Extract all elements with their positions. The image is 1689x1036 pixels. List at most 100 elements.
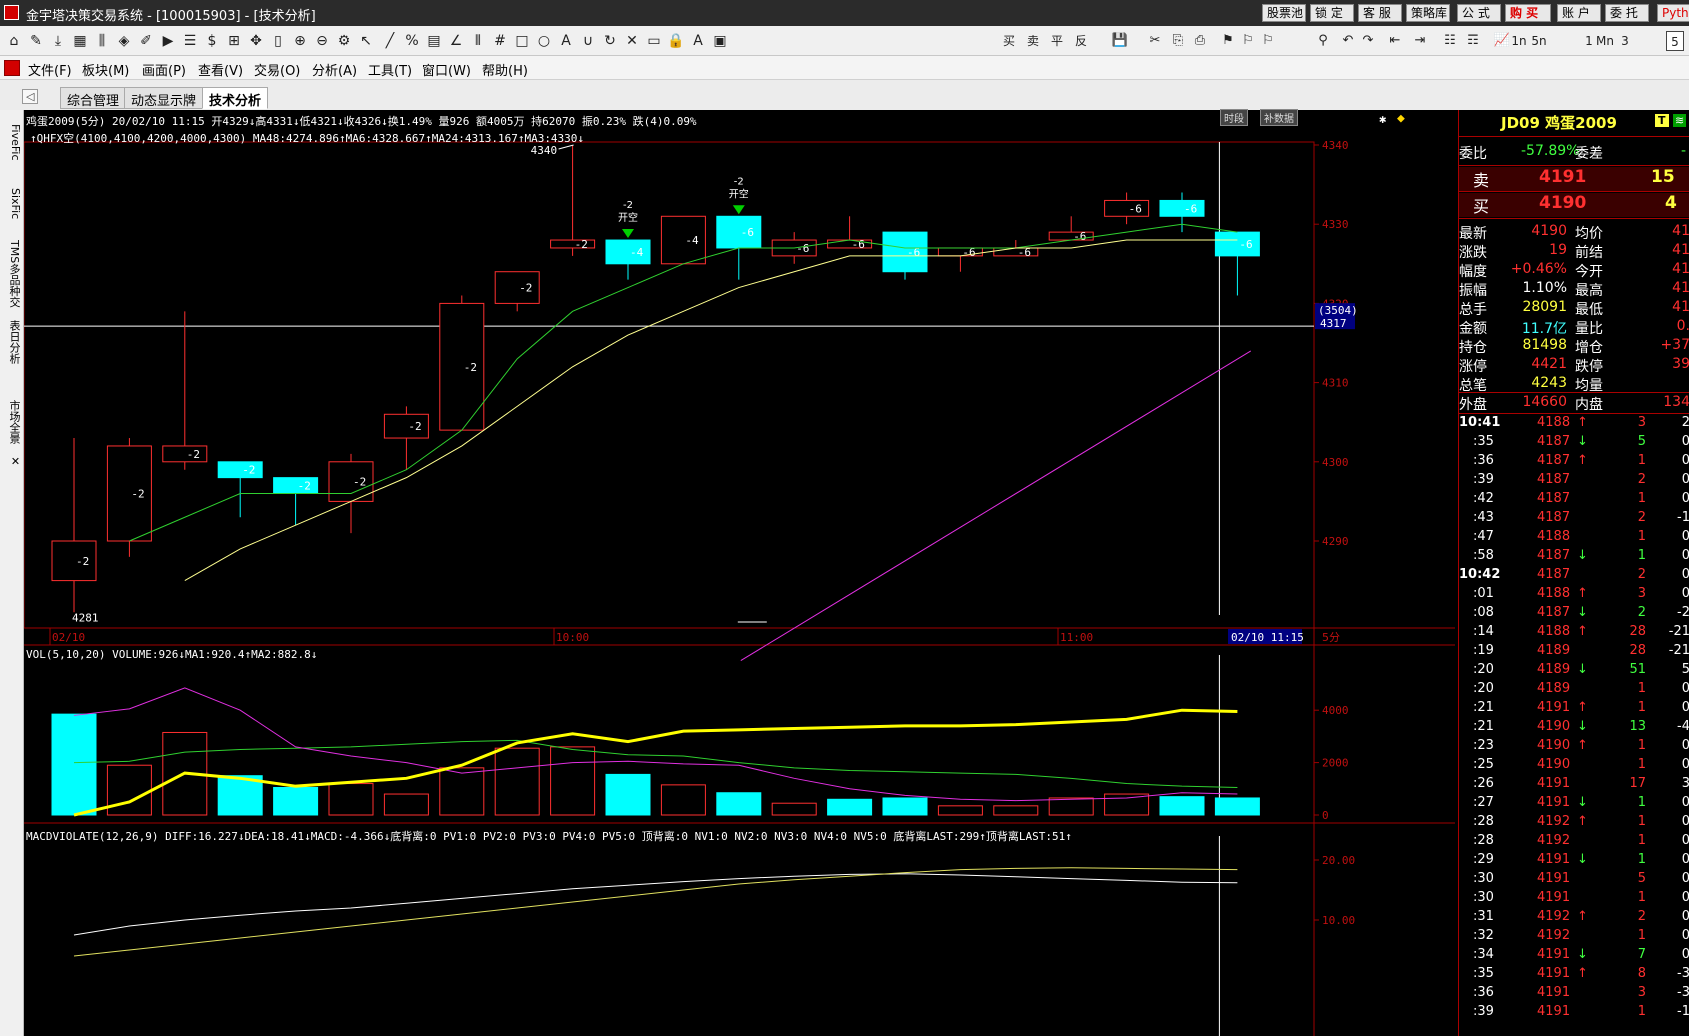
candle-body[interactable] bbox=[51, 540, 97, 582]
menu-item-3[interactable]: 查看(V) bbox=[198, 60, 243, 79]
candle-body[interactable] bbox=[1214, 231, 1260, 257]
toolbar-tool-29-icon[interactable]: ▭ bbox=[644, 31, 664, 51]
toolbar-tool-19-icon[interactable]: ▤ bbox=[424, 31, 444, 51]
menu-item-2[interactable]: 画面(P) bbox=[142, 60, 186, 79]
candle-body[interactable] bbox=[106, 445, 152, 542]
toolbar-tool-15-icon[interactable]: ⚙ bbox=[334, 31, 354, 51]
volume-bar[interactable] bbox=[882, 797, 928, 816]
toolbar-action-9-icon[interactable]: ↷ bbox=[1358, 31, 1378, 51]
title-button-2[interactable]: 客 服 bbox=[1358, 4, 1402, 22]
volume-bar[interactable] bbox=[937, 805, 983, 816]
volume-bar[interactable] bbox=[993, 805, 1039, 816]
candle-body[interactable] bbox=[660, 215, 706, 265]
tab-2[interactable]: 技术分析 bbox=[202, 87, 269, 109]
toolbar-action-11-icon[interactable]: ⇥ bbox=[1410, 31, 1430, 51]
toolbar-label-0[interactable]: 买 bbox=[1000, 31, 1018, 51]
title-button-7[interactable]: 委 托 bbox=[1605, 4, 1649, 22]
toolbar-tool-10-icon[interactable]: ⊞ bbox=[224, 31, 244, 51]
toolbar-tool-28-icon[interactable]: ✕ bbox=[622, 31, 642, 51]
volume-bar[interactable] bbox=[716, 792, 762, 816]
toolbar-tool-2-icon[interactable]: ⤓ bbox=[48, 31, 68, 51]
toolbar-action-5-icon[interactable]: ⚐ bbox=[1238, 31, 1258, 51]
toolbar-tool-0-icon[interactable]: ⌂ bbox=[4, 31, 24, 51]
candle-body[interactable] bbox=[162, 445, 208, 463]
candle-body[interactable] bbox=[550, 239, 596, 249]
toolbar-tool-27-icon[interactable]: ↻ bbox=[600, 31, 620, 51]
menu-item-7[interactable]: 窗口(W) bbox=[422, 60, 471, 79]
toolbar-label-4[interactable]: 1n bbox=[1510, 31, 1528, 51]
volume-bar[interactable] bbox=[1159, 796, 1205, 816]
diamond-icon[interactable]: ◆ bbox=[1397, 111, 1405, 126]
side-close-icon[interactable]: ✕ bbox=[2, 455, 22, 468]
tab-0[interactable]: 综合管理 bbox=[60, 87, 127, 109]
toolbar-tool-8-icon[interactable]: ☰ bbox=[180, 31, 200, 51]
tab-scroll-left-icon[interactable]: ◁ bbox=[22, 89, 39, 104]
toolbar-action-1-icon[interactable]: ✂ bbox=[1145, 31, 1165, 51]
app-menu-icon[interactable] bbox=[4, 60, 20, 76]
chart-svg[interactable]: 434043304320431043004290(3504)4317-2-2-2… bbox=[24, 110, 1458, 1036]
candle-body[interactable] bbox=[494, 271, 540, 304]
toolbar-tool-16-icon[interactable]: ↖ bbox=[356, 31, 376, 51]
candle-body[interactable] bbox=[383, 413, 429, 439]
toolbar-tool-7-icon[interactable]: ▶ bbox=[158, 31, 178, 51]
toolbar-label-2[interactable]: 平 bbox=[1048, 31, 1066, 51]
volume-bar[interactable] bbox=[605, 773, 651, 816]
volume-bar[interactable] bbox=[1214, 797, 1260, 816]
menu-item-6[interactable]: 工具(T) bbox=[368, 60, 412, 79]
toolbar-tool-11-icon[interactable]: ✥ bbox=[246, 31, 266, 51]
toolbar-action-2-icon[interactable]: ⎘ bbox=[1168, 31, 1188, 51]
menu-item-1[interactable]: 板块(M) bbox=[82, 60, 129, 79]
toolbar-tool-4-icon[interactable]: ⫼ bbox=[92, 31, 112, 51]
time-segment-button[interactable]: 时段 bbox=[1220, 109, 1248, 126]
toolbar-tool-5-icon[interactable]: ◈ bbox=[114, 31, 134, 51]
toolbar-action-6-icon[interactable]: ⚐ bbox=[1258, 31, 1278, 51]
candle-body[interactable] bbox=[273, 477, 319, 494]
candle-body[interactable] bbox=[993, 247, 1039, 257]
toolbar-label-3[interactable]: 反 bbox=[1072, 31, 1090, 51]
candle-body[interactable] bbox=[1048, 231, 1094, 241]
side-tab-1[interactable]: SixFic bbox=[2, 188, 22, 219]
candle-body[interactable] bbox=[328, 461, 374, 502]
toolbar-action-3-icon[interactable]: ⎙ bbox=[1190, 31, 1210, 51]
toolbar-tool-25-icon[interactable]: A bbox=[556, 31, 576, 51]
toolbar-tool-21-icon[interactable]: ⫴ bbox=[468, 31, 488, 51]
candle-body[interactable] bbox=[1159, 199, 1205, 217]
toolbar-action-12-icon[interactable]: ☷ bbox=[1440, 31, 1460, 51]
settings-gear-icon[interactable]: ✱ bbox=[1379, 112, 1386, 126]
candle-body[interactable] bbox=[937, 247, 983, 257]
candle-body[interactable] bbox=[882, 231, 928, 273]
volume-bar[interactable] bbox=[383, 793, 429, 816]
toolbar-action-14-icon[interactable]: 📈 bbox=[1492, 31, 1512, 51]
volume-bar[interactable] bbox=[1048, 797, 1094, 816]
toolbar-tool-3-icon[interactable]: ▦ bbox=[70, 31, 90, 51]
title-button-8[interactable]: Pyth bbox=[1657, 4, 1689, 22]
toolbar-tool-18-icon[interactable]: % bbox=[402, 31, 422, 51]
title-button-0[interactable]: 股票池 bbox=[1262, 4, 1306, 22]
toolbar-tool-31-icon[interactable]: A bbox=[688, 31, 708, 51]
toolbar-action-13-icon[interactable]: ☶ bbox=[1463, 31, 1483, 51]
toolbar-action-0-icon[interactable]: 💾 bbox=[1110, 31, 1130, 51]
toolbar-action-10-icon[interactable]: ⇤ bbox=[1385, 31, 1405, 51]
toolbar-tool-14-icon[interactable]: ⊖ bbox=[312, 31, 332, 51]
side-tab-4[interactable]: 市场全景 bbox=[2, 400, 22, 444]
candle-body[interactable] bbox=[1104, 199, 1150, 217]
toolbar-tool-1-icon[interactable]: ✎ bbox=[26, 31, 46, 51]
tab-1[interactable]: 动态显示牌 bbox=[124, 87, 204, 109]
toolbar-tool-20-icon[interactable]: ∠ bbox=[446, 31, 466, 51]
candle-body[interactable] bbox=[605, 239, 651, 265]
toolbar-label-8[interactable]: 3 bbox=[1616, 31, 1634, 51]
volume-bar[interactable] bbox=[273, 786, 319, 816]
toolbar-tool-17-icon[interactable]: ╱ bbox=[380, 31, 400, 51]
volume-bar[interactable] bbox=[494, 747, 540, 816]
chart-area[interactable]: 434043304320431043004290(3504)4317-2-2-2… bbox=[24, 109, 1458, 1036]
toolbar-action-7-icon[interactable]: ⚲ bbox=[1313, 31, 1333, 51]
toolbar-tool-13-icon[interactable]: ⊕ bbox=[290, 31, 310, 51]
menu-item-4[interactable]: 交易(O) bbox=[254, 60, 300, 79]
volume-bar[interactable] bbox=[51, 713, 97, 816]
volume-bar[interactable] bbox=[550, 746, 596, 816]
toolbar-action-8-icon[interactable]: ↶ bbox=[1338, 31, 1358, 51]
toolbar-tool-26-icon[interactable]: ∪ bbox=[578, 31, 598, 51]
title-button-6[interactable]: 账 户 bbox=[1557, 4, 1601, 22]
toolbar-tool-6-icon[interactable]: ✐ bbox=[136, 31, 156, 51]
volume-bar[interactable] bbox=[1104, 793, 1150, 816]
